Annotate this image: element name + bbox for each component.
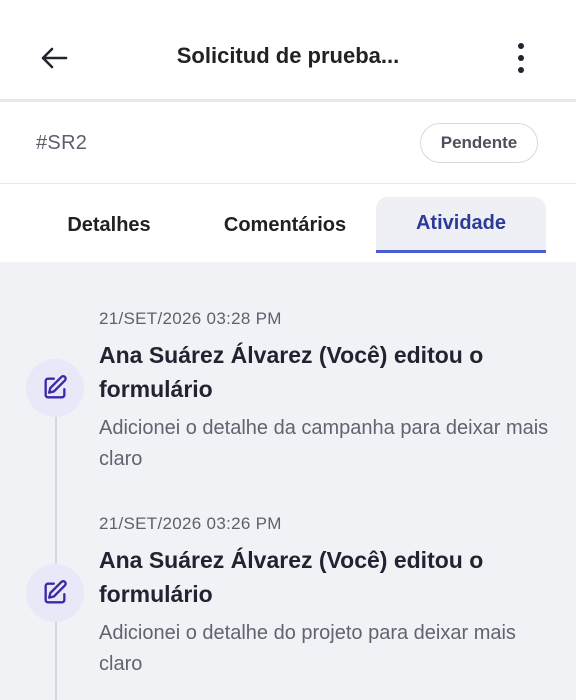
tab-bar: Detalhes Comentários Atividade xyxy=(0,184,576,262)
activity-timestamp: 21/SET/2026 03:26 PM xyxy=(99,514,282,533)
request-id: #SR2 xyxy=(36,132,88,154)
timeline-line xyxy=(55,412,57,700)
arrow-left-icon xyxy=(41,47,68,69)
activity-title: Ana Suárez Álvarez (Você) editou o formu… xyxy=(99,547,484,607)
activity-title: Ana Suárez Álvarez (Você) editou o formu… xyxy=(99,342,484,402)
request-meta-bar: #SR2 Pendente xyxy=(0,102,576,184)
activity-timestamp: 21/SET/2026 03:28 PM xyxy=(99,309,282,328)
activity-icon-badge xyxy=(26,359,84,417)
top-app-bar: Solicitud de prueba... xyxy=(0,0,576,102)
app-screen: Solicitud de prueba... #SR2 Pendente Det… xyxy=(0,0,576,700)
edit-icon xyxy=(44,375,67,399)
activity-description: Adicionei o detalhe do projeto para deix… xyxy=(99,622,516,675)
page-title: Solicitud de prueba... xyxy=(176,43,400,68)
back-button[interactable] xyxy=(36,40,72,76)
tab-comments[interactable]: Comentários xyxy=(200,197,370,253)
edit-icon xyxy=(44,580,67,604)
activity-description: Adicionei o detalhe da campanha para dei… xyxy=(99,417,549,470)
more-options-button[interactable] xyxy=(503,38,539,78)
activity-feed[interactable]: 21/SET/2026 03:28 PM Ana Suárez Álvarez … xyxy=(0,262,576,700)
status-badge: Pendente xyxy=(420,123,538,163)
tab-details[interactable]: Detalhes xyxy=(40,197,178,253)
activity-icon-badge xyxy=(26,564,84,622)
tab-activity[interactable]: Atividade xyxy=(376,197,546,253)
more-vertical-icon xyxy=(518,43,524,73)
